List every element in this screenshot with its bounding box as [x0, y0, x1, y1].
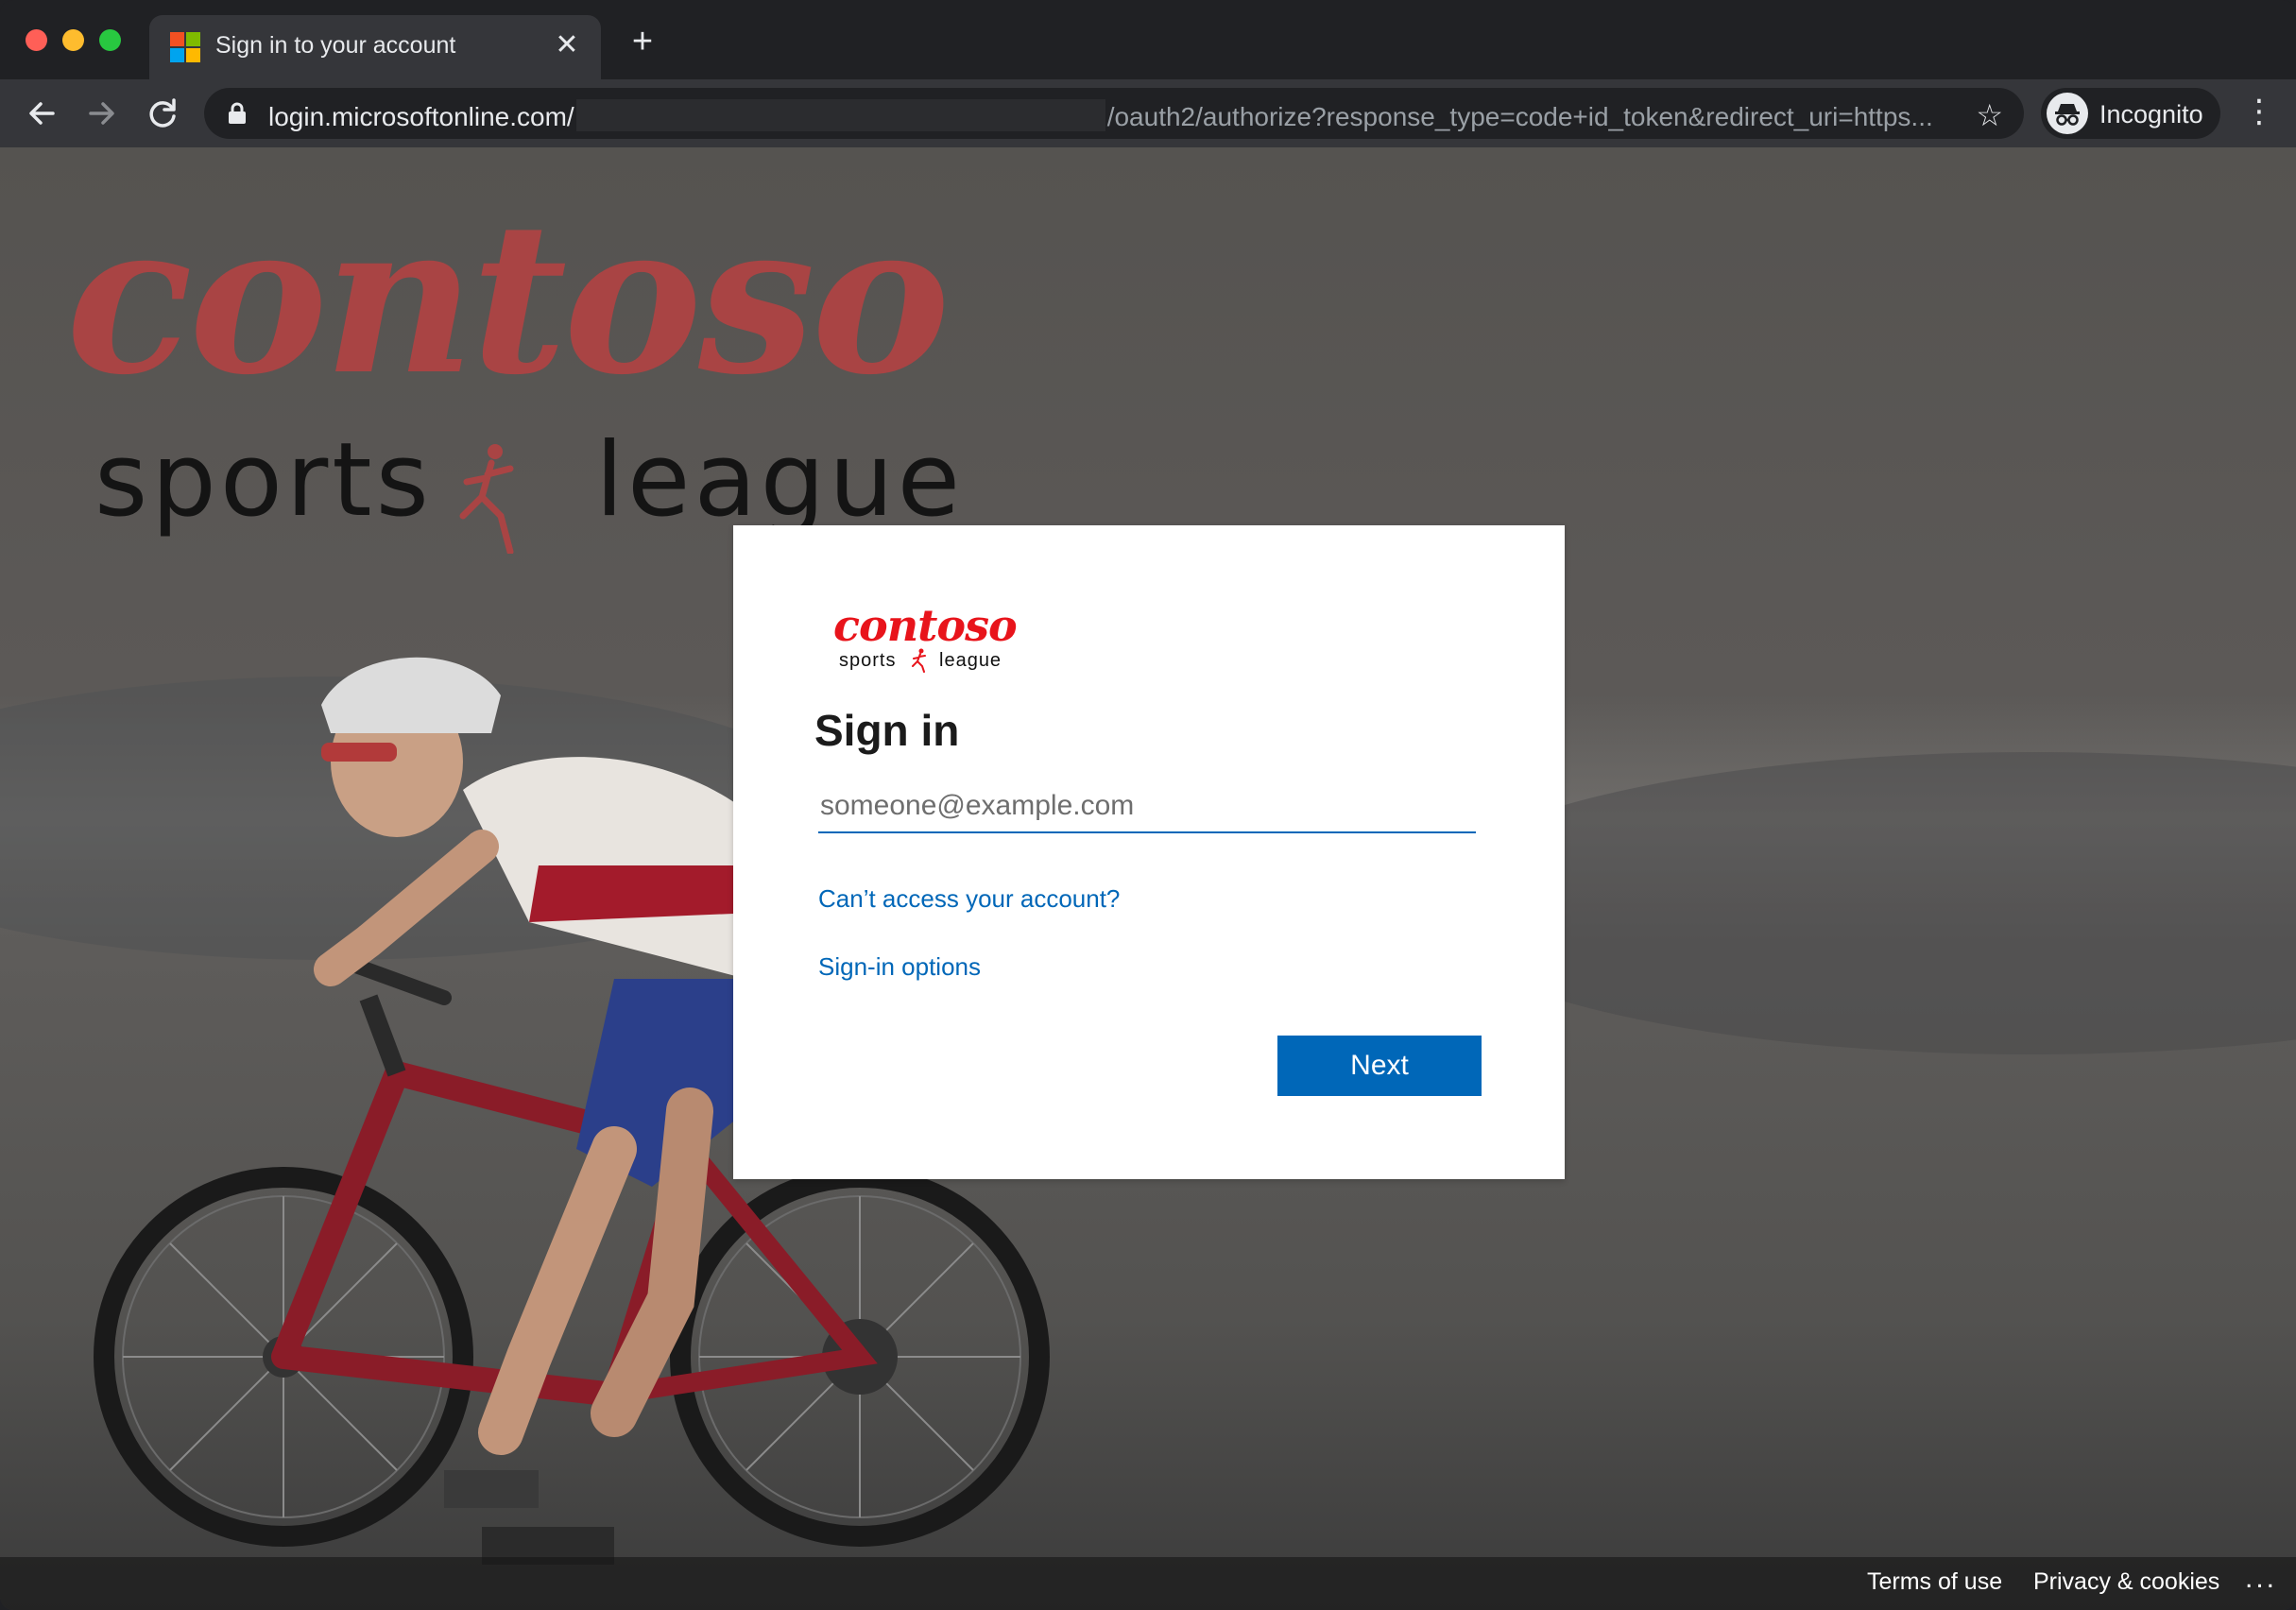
browser-tab-active[interactable]: Sign in to your account ✕ [149, 15, 601, 79]
sign-in-page: contoso sports league contoso sports lea… [0, 147, 2296, 1610]
next-button[interactable]: Next [1277, 1036, 1482, 1096]
runner-icon [459, 444, 514, 554]
logo-tagline-left: sports [839, 650, 897, 671]
close-icon[interactable]: ✕ [550, 28, 584, 62]
email-field[interactable] [818, 780, 1476, 833]
page-footer: Terms of use Privacy & cookies ... [0, 1557, 2296, 1610]
arrow-right-icon[interactable] [81, 93, 123, 134]
background-brand-word: contoso [66, 176, 951, 420]
sign-in-card: contoso sports league Sign in Can’t acce… [733, 525, 1565, 1179]
tab-title: Sign in to your account [215, 32, 456, 59]
logo-tagline-right: league [939, 650, 1002, 671]
background-tagline-left: sports [94, 421, 433, 540]
lock-icon[interactable] [225, 101, 249, 126]
more-options-button[interactable]: ... [2245, 1563, 2277, 1595]
background-brand-logo: contoso sports league [66, 176, 960, 554]
profile-label: Incognito [2099, 100, 2203, 128]
zoom-window-button[interactable] [99, 29, 121, 51]
cant-access-account-link[interactable]: Can’t access your account? [818, 884, 1120, 914]
incognito-icon [2047, 93, 2088, 134]
contoso-logo: contoso sports league [833, 600, 1022, 673]
star-icon[interactable]: ☆ [1976, 97, 2003, 133]
url-text: login.microsoftonline.com/ /oauth2/author… [268, 99, 1933, 132]
close-window-button[interactable] [26, 29, 47, 51]
address-bar[interactable]: login.microsoftonline.com/ /oauth2/author… [204, 88, 2024, 139]
url-redacted-segment [575, 99, 1105, 131]
background-tagline-right: league [595, 421, 965, 540]
tab-strip: Sign in to your account ✕ + [0, 0, 2296, 79]
terms-of-use-link[interactable]: Terms of use [1867, 1568, 2002, 1596]
minimize-window-button[interactable] [62, 29, 84, 51]
url-path: /oauth2/authorize?response_type=code+id_… [1106, 102, 1933, 131]
logo-word: contoso [833, 600, 1018, 651]
privacy-cookies-link[interactable]: Privacy & cookies [2033, 1568, 2219, 1596]
kebab-menu-icon[interactable]: ⋮ [2243, 93, 2275, 134]
reload-icon[interactable] [142, 93, 183, 134]
runner-icon [912, 648, 926, 673]
incognito-profile-button[interactable]: Incognito [2041, 88, 2220, 139]
browser-toolbar: login.microsoftonline.com/ /oauth2/author… [0, 79, 2296, 147]
sign-in-heading: Sign in [814, 706, 960, 755]
arrow-left-icon[interactable] [21, 93, 62, 134]
microsoft-logo-icon [170, 32, 200, 62]
url-host: login.microsoftonline.com/ [268, 102, 574, 131]
sign-in-options-link[interactable]: Sign-in options [818, 952, 981, 982]
plus-icon[interactable]: + [625, 24, 660, 60]
browser-window: Sign in to your account ✕ + login.micros… [0, 0, 2296, 1610]
